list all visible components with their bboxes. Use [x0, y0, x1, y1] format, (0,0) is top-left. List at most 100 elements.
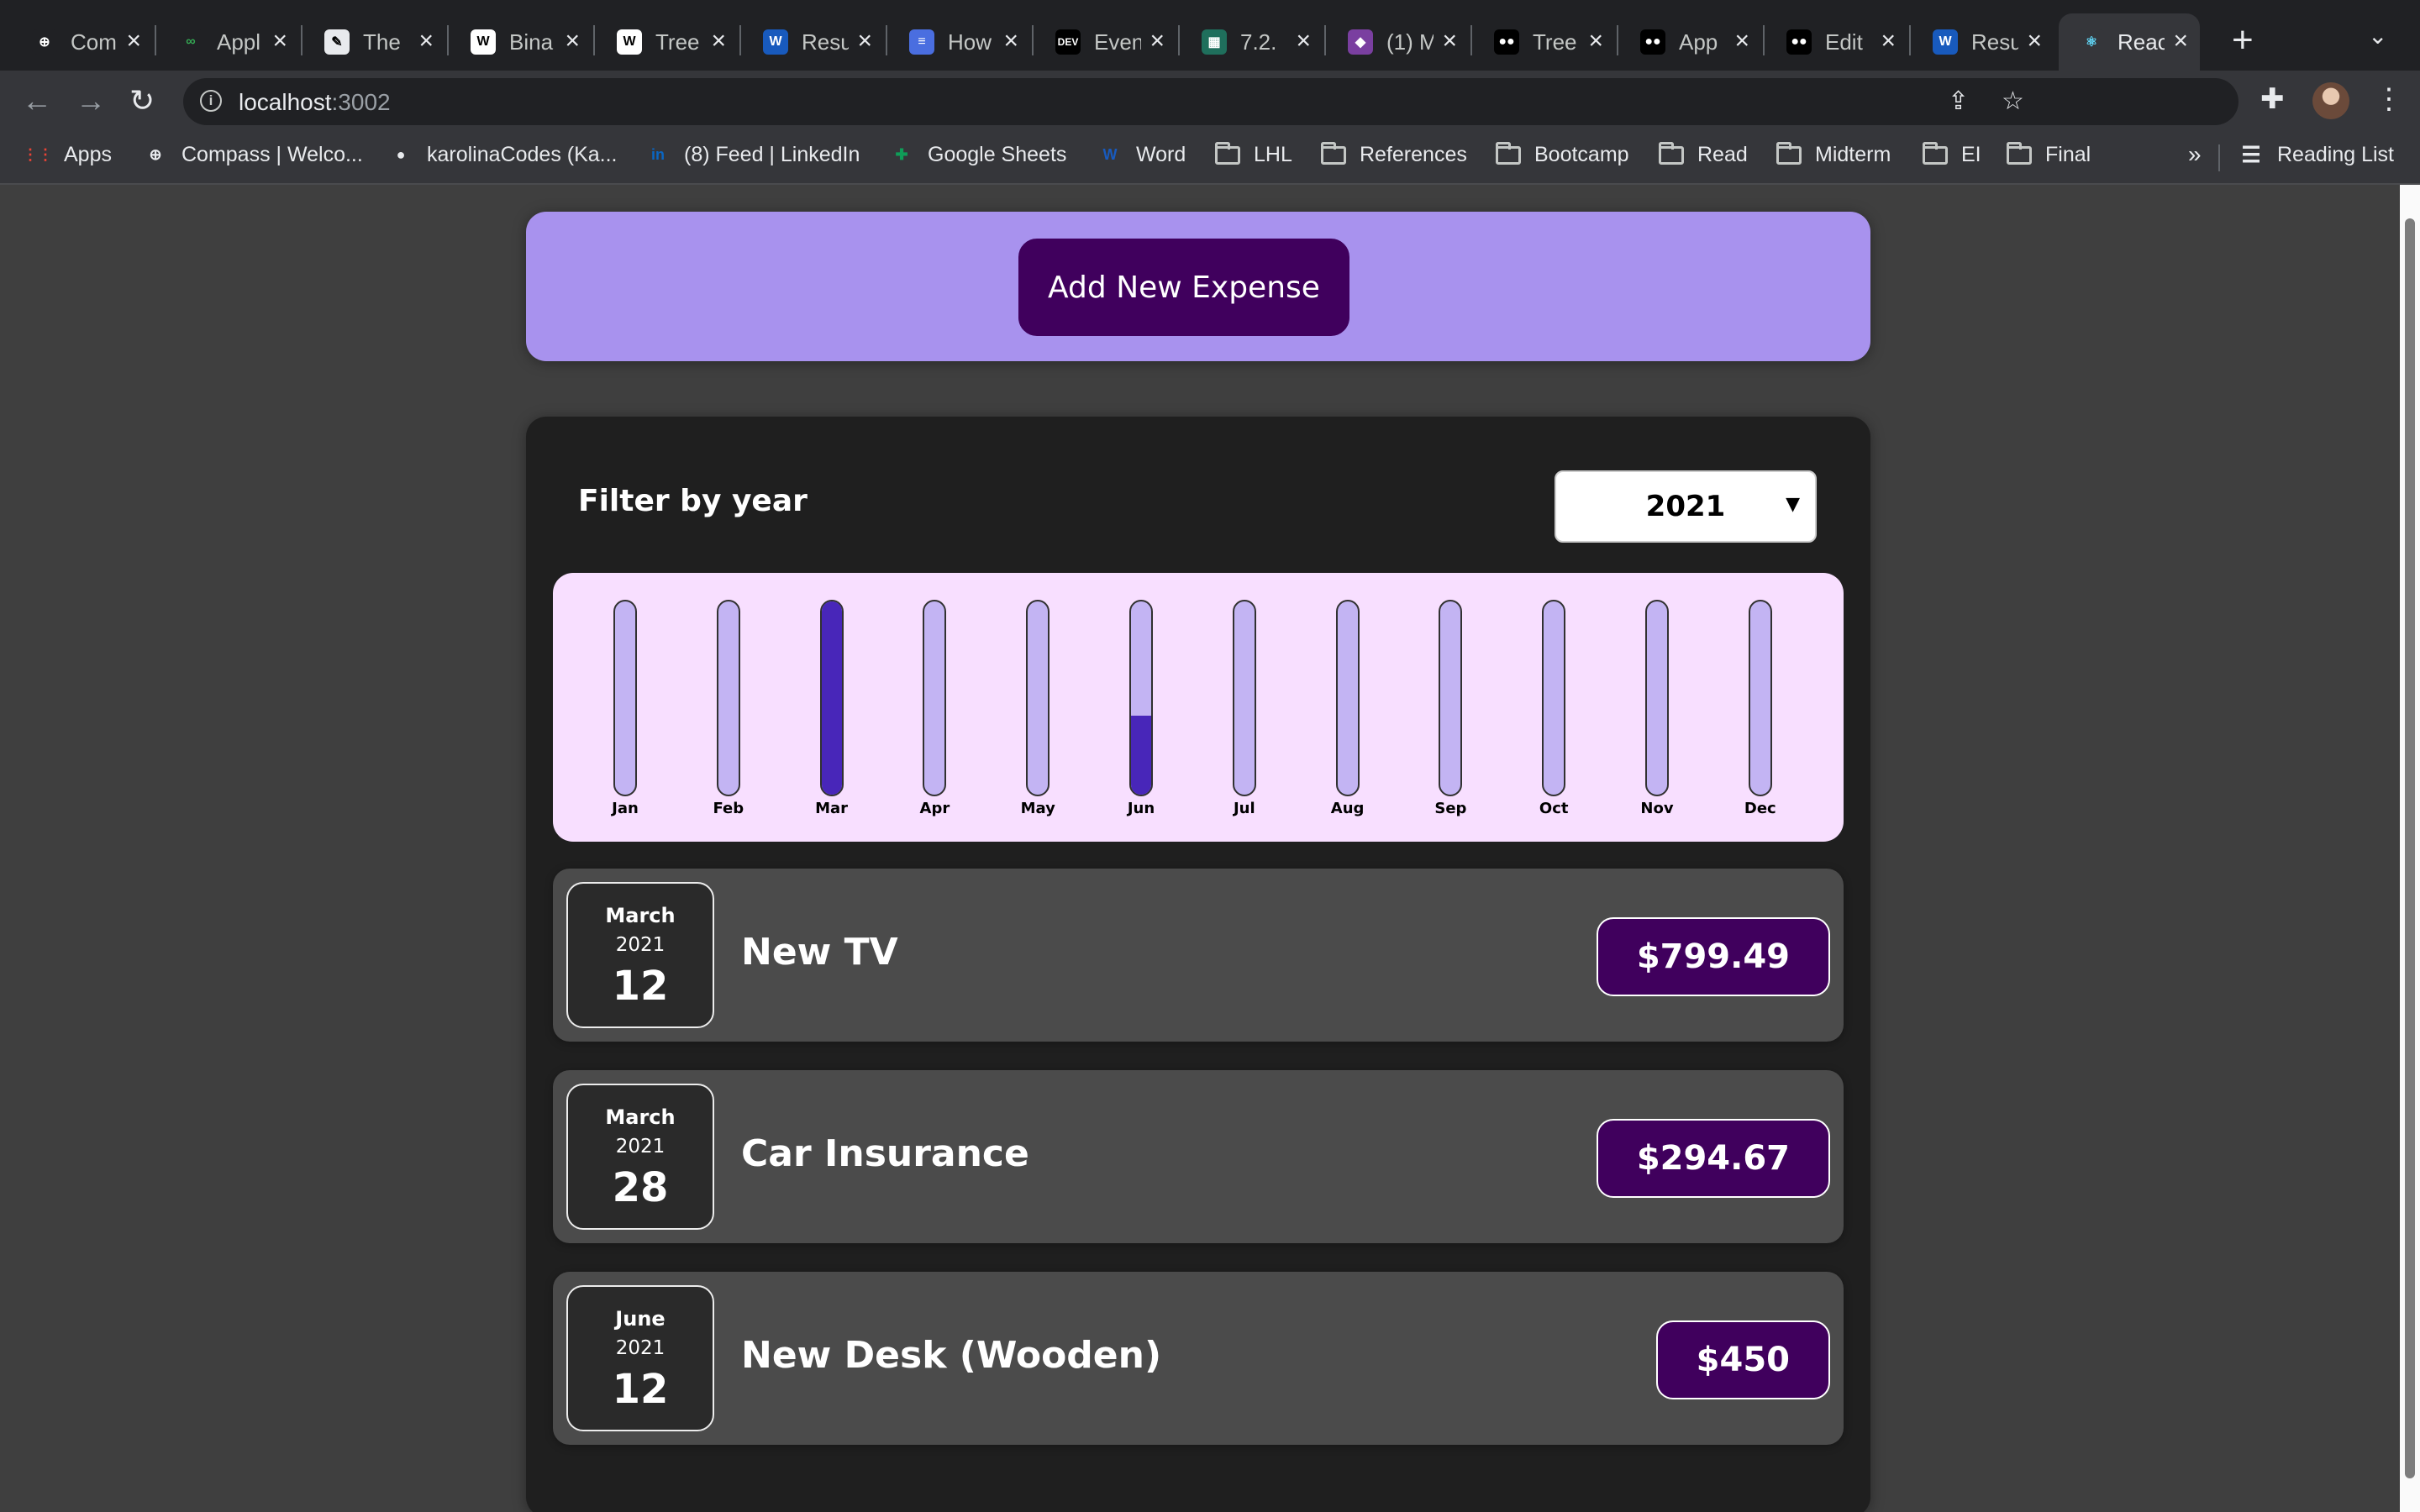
tab-title: App: [1679, 29, 1718, 55]
react-icon: ⚛: [2079, 29, 2104, 55]
close-tab-icon[interactable]: ×: [711, 29, 726, 54]
close-tab-icon[interactable]: ×: [1881, 29, 1896, 54]
bookmarks-divider: [2218, 144, 2220, 171]
bookmark-label: Midterm: [1815, 143, 1891, 166]
browser-tab[interactable]: ⚛ Reac ×: [2059, 13, 2200, 71]
new-tab-button[interactable]: +: [2232, 20, 2254, 60]
folder-shape: [1215, 141, 1240, 165]
expense-date-day: 12: [612, 963, 669, 1010]
bookmark-item[interactable]: ✚ Google Sheets: [889, 143, 1066, 167]
url-port: :3002: [331, 89, 391, 115]
browser-tab[interactable]: ●● Edit ×: [1766, 13, 1907, 71]
chart-bar-track: [716, 600, 740, 796]
folder-icon: [1776, 141, 1802, 166]
scrollbar-thumb[interactable]: [2405, 218, 2415, 1478]
browser-tab[interactable]: ●● App ×: [1620, 13, 1761, 71]
close-tab-icon[interactable]: ×: [272, 29, 287, 54]
bookmark-label: Final: [2045, 143, 2091, 166]
folder-shape: [1776, 141, 1802, 165]
chevron-down-icon: ▼: [1786, 494, 1800, 515]
close-tab-icon[interactable]: ×: [126, 29, 141, 54]
share-icon[interactable]: ⇪: [1948, 87, 1969, 116]
bookmark-label: Compass | Welco...: [182, 143, 363, 166]
bookmark-item[interactable]: References: [1321, 141, 1467, 167]
page-scrollbar[interactable]: [2400, 185, 2420, 1512]
bookmark-item[interactable]: Final: [2007, 141, 2091, 167]
close-tab-icon[interactable]: ×: [1588, 29, 1603, 54]
bookmark-item[interactable]: LHL: [1215, 141, 1292, 167]
browser-tab[interactable]: W Resu ×: [1912, 13, 2054, 71]
tab-separator: [886, 25, 887, 55]
expense-amount: $294.67: [1596, 1119, 1830, 1198]
bookmark-label: References: [1360, 143, 1467, 166]
tab-title: Resu: [1971, 29, 2018, 55]
wikipedia-icon: W: [617, 29, 642, 55]
bookmark-item[interactable]: ⋮⋮ Apps: [23, 143, 112, 167]
expense-date-month: March: [605, 904, 676, 927]
browser-menu-icon[interactable]: ⋮: [2375, 82, 2403, 116]
browser-tab[interactable]: ✎ The ×: [304, 13, 445, 71]
chart-bar-label: Mar: [815, 800, 849, 817]
extensions-puzzle-icon[interactable]: ✚: [2260, 82, 2285, 116]
tab-search-chevron-icon[interactable]: ⌄: [2368, 22, 2387, 50]
bookmark-star-icon[interactable]: ☆: [2002, 87, 2024, 116]
close-tab-icon[interactable]: ×: [565, 29, 580, 54]
browser-tab[interactable]: W Tree ×: [597, 13, 738, 71]
forward-arrow-icon[interactable]: →: [76, 82, 106, 119]
url-text[interactable]: localhost:3002: [239, 89, 391, 116]
bookmark-item[interactable]: EI: [1923, 141, 1981, 167]
profile-avatar[interactable]: [2312, 82, 2349, 119]
browser-tab[interactable]: W Bina ×: [450, 13, 592, 71]
tab-separator: [155, 25, 156, 55]
expense-date-year: 2021: [615, 1337, 666, 1359]
bookmark-item[interactable]: ⊕ Compass | Welco...: [143, 143, 363, 167]
browser-tab[interactable]: ▦ 7.2. ×: [1181, 13, 1323, 71]
bookmark-item[interactable]: Bootcamp: [1496, 141, 1629, 167]
tab-title: Tree: [655, 29, 700, 55]
bookmark-item[interactable]: in (8) Feed | LinkedIn: [645, 143, 860, 167]
expense-title: New TV: [741, 931, 898, 974]
tab-separator: [593, 25, 595, 55]
close-tab-icon[interactable]: ×: [2027, 29, 2042, 54]
back-arrow-icon[interactable]: ←: [22, 82, 52, 119]
tab-separator: [1909, 25, 1911, 55]
bookmark-label: Apps: [64, 143, 112, 166]
close-tab-icon[interactable]: ×: [1150, 29, 1165, 54]
browser-tab[interactable]: ≡ How ×: [889, 13, 1030, 71]
page-icon: ✎: [324, 29, 350, 55]
browser-tab[interactable]: ⊕ Com ×: [12, 13, 153, 71]
expense-item: March 2021 28 Car Insurance $294.67: [553, 1070, 1844, 1243]
address-bar[interactable]: i localhost:3002 ⇪ ☆: [183, 78, 2238, 125]
bookmark-label: Google Sheets: [928, 143, 1067, 166]
browser-tab[interactable]: DEV Even ×: [1035, 13, 1176, 71]
tab-title: (1) M: [1386, 29, 1434, 55]
close-tab-icon[interactable]: ×: [1003, 29, 1018, 54]
chart-bar-fill: [1131, 715, 1151, 795]
close-tab-icon[interactable]: ×: [2173, 29, 2188, 54]
bookmark-item[interactable]: W Word: [1097, 143, 1186, 167]
bookmark-item[interactable]: Midterm: [1776, 141, 1891, 167]
close-tab-icon[interactable]: ×: [1442, 29, 1457, 54]
close-tab-icon[interactable]: ×: [1296, 29, 1311, 54]
browser-tab[interactable]: W Resu ×: [743, 13, 884, 71]
bookmark-label: EI: [1961, 143, 1981, 166]
site-info-icon[interactable]: i: [200, 90, 222, 112]
year-select[interactable]: 2021 ▼: [1555, 470, 1817, 543]
close-tab-icon[interactable]: ×: [418, 29, 434, 54]
tab-title: The: [363, 29, 401, 55]
bookmark-item[interactable]: Read: [1659, 141, 1748, 167]
tab-separator: [1470, 25, 1472, 55]
browser-toolbar: ← → ↻ i localhost:3002 ⇪ ☆ ✚ ⋮: [0, 71, 2420, 131]
close-tab-icon[interactable]: ×: [857, 29, 872, 54]
close-tab-icon[interactable]: ×: [1734, 29, 1749, 54]
browser-tab[interactable]: ◆ (1) M ×: [1328, 13, 1469, 71]
add-new-expense-button[interactable]: Add New Expense: [1018, 239, 1349, 336]
more-bookmarks-icon[interactable]: »: [2188, 141, 2202, 168]
bookmark-item[interactable]: ● karolinaCodes (Ka...: [388, 143, 618, 167]
reload-icon[interactable]: ↻: [129, 82, 155, 119]
browser-tab[interactable]: ∞ Appl ×: [158, 13, 299, 71]
tab-separator: [739, 25, 741, 55]
reading-list-button[interactable]: ☰ Reading List: [2238, 142, 2394, 167]
apps-grid-icon: ⋮⋮: [23, 146, 53, 163]
browser-tab[interactable]: ●● Tree ×: [1474, 13, 1615, 71]
